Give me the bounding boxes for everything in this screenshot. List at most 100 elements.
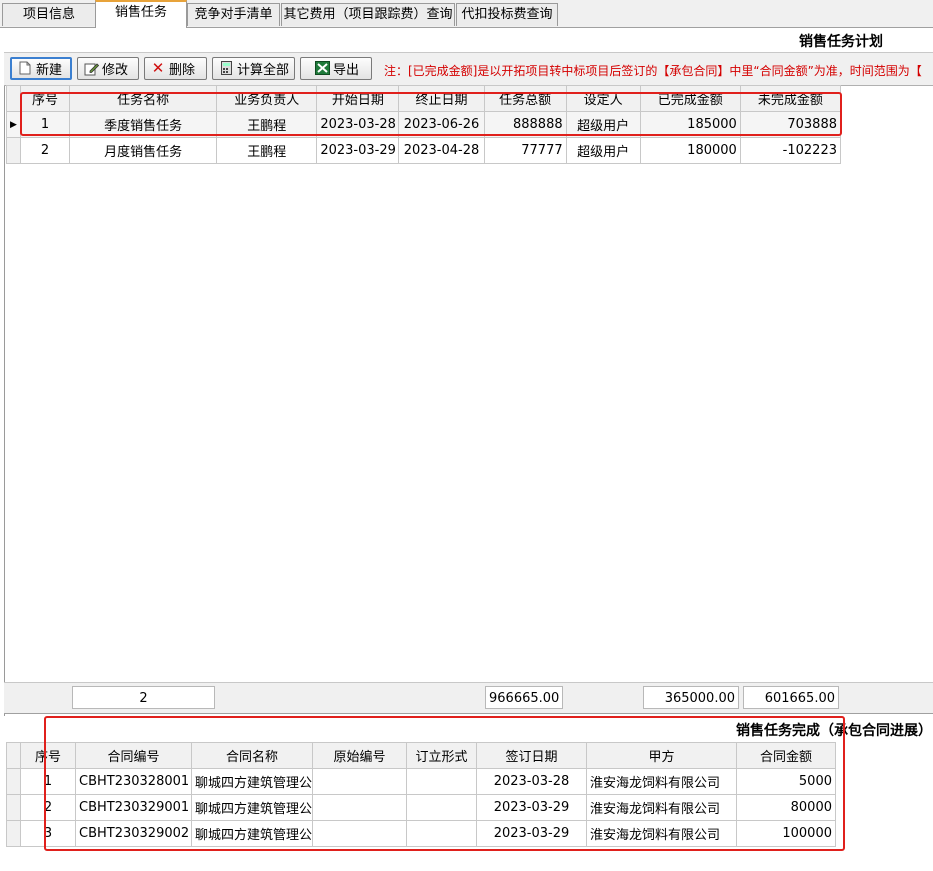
table-row[interactable]: ▶ 1 季度销售任务 王鹏程 2023-03-28 2023-06-26 888… — [5, 111, 842, 138]
table-row[interactable]: 2 CBHT230329001 聊城四方建筑管理公 2023-03-29 淮安海… — [6, 794, 836, 821]
cell-contract-name[interactable]: 聊城四方建筑管理公 — [191, 794, 313, 821]
cell-party-a[interactable]: 淮安海龙饲料有限公司 — [586, 820, 737, 847]
row-indicator — [5, 137, 22, 164]
col-header-contract-no[interactable]: 合同编号 — [75, 742, 192, 769]
cell-setter[interactable]: 超级用户 — [565, 137, 641, 164]
cell-completed[interactable]: 185000 — [639, 111, 741, 138]
cell-original-no[interactable] — [312, 768, 407, 795]
cell-start-date[interactable]: 2023-03-28 — [316, 111, 400, 138]
cell-sign-date[interactable]: 2023-03-28 — [476, 768, 587, 795]
cell-contract-amount[interactable]: 80000 — [736, 794, 836, 821]
export-button-label: 导出 — [333, 63, 360, 78]
cell-original-no[interactable] — [312, 820, 407, 847]
row-indicator-header — [5, 85, 22, 112]
cell-seq[interactable]: 1 — [20, 111, 71, 138]
tab-strip: 项目信息 销售任务 竞争对手清单 其它费用（项目跟踪费）查询 代扣投标费查询 — [0, 0, 933, 28]
row-indicator-header — [6, 742, 21, 769]
tab-sales-task[interactable]: 销售任务 — [95, 0, 187, 28]
cell-party-a[interactable]: 淮安海龙饲料有限公司 — [586, 768, 737, 795]
col-header-task-total[interactable]: 任务总额 — [483, 85, 567, 112]
col-header-completed[interactable]: 已完成金额 — [639, 85, 741, 112]
col-header-contract-name[interactable]: 合同名称 — [191, 742, 313, 769]
cell-contract-amount[interactable]: 5000 — [736, 768, 836, 795]
calculate-all-button[interactable]: 计算全部 — [212, 57, 295, 80]
col-header-remaining[interactable]: 未完成金额 — [739, 85, 842, 112]
new-button[interactable]: 新建 — [10, 57, 72, 80]
sales-task-table: 序号 任务名称 业务负责人 开始日期 终止日期 任务总额 设定人 已完成金额 未… — [5, 85, 842, 164]
col-header-end-date[interactable]: 终止日期 — [398, 85, 485, 112]
completion-title: 销售任务完成（承包合同进展） — [736, 723, 932, 739]
cell-remaining[interactable]: -102223 — [739, 137, 842, 164]
cell-seq[interactable]: 3 — [20, 820, 76, 847]
cell-contract-no[interactable]: CBHT230329002 — [75, 820, 192, 847]
col-header-seq[interactable]: 序号 — [20, 742, 76, 769]
delete-button[interactable]: ✕ 删除 — [144, 57, 207, 80]
table-row[interactable]: 3 CBHT230329002 聊城四方建筑管理公 2023-03-29 淮安海… — [6, 820, 836, 847]
cell-task-total[interactable]: 888888 — [483, 111, 567, 138]
col-header-original-no[interactable]: 原始编号 — [312, 742, 407, 769]
completion-title-bar: 销售任务完成（承包合同进展） — [4, 716, 933, 740]
cell-completed[interactable]: 180000 — [639, 137, 741, 164]
col-header-start-date[interactable]: 开始日期 — [316, 85, 400, 112]
cell-setter[interactable]: 超级用户 — [565, 111, 641, 138]
export-button[interactable]: 导出 — [300, 57, 372, 80]
col-header-party-a[interactable]: 甲方 — [586, 742, 737, 769]
col-header-contract-amount[interactable]: 合同金额 — [736, 742, 836, 769]
col-header-setter[interactable]: 设定人 — [565, 85, 641, 112]
cell-form[interactable] — [406, 820, 477, 847]
cell-contract-no[interactable]: CBHT230329001 — [75, 794, 192, 821]
cell-task-name[interactable]: 月度销售任务 — [69, 137, 218, 164]
col-header-form[interactable]: 订立形式 — [406, 742, 477, 769]
cell-sign-date[interactable]: 2023-03-29 — [476, 794, 587, 821]
edit-icon — [84, 61, 100, 76]
cell-seq[interactable]: 2 — [20, 794, 76, 821]
footer-task-total: 966665.00 — [485, 686, 563, 709]
toolbar: 新建 修改 ✕ 删除 计算全部 导出 注：[已完成金额]是以开拓项目转中标项目后… — [4, 52, 933, 86]
cell-end-date[interactable]: 2023-06-26 — [398, 111, 485, 138]
cell-task-total[interactable]: 77777 — [483, 137, 567, 164]
cell-form[interactable] — [406, 768, 477, 795]
tab-competitors[interactable]: 竞争对手清单 — [187, 3, 280, 26]
cell-seq[interactable]: 2 — [20, 137, 71, 164]
edit-button[interactable]: 修改 — [77, 57, 139, 80]
cell-task-name[interactable]: 季度销售任务 — [69, 111, 218, 138]
cell-owner[interactable]: 王鹏程 — [216, 137, 318, 164]
excel-icon — [315, 61, 330, 76]
cell-contract-name[interactable]: 聊城四方建筑管理公 — [191, 768, 313, 795]
footer-completed-total: 365000.00 — [643, 686, 739, 709]
calculate-all-button-label: 计算全部 — [237, 63, 290, 78]
row-indicator — [6, 794, 21, 821]
summary-footer: 2 966665.00 365000.00 601665.00 — [4, 682, 933, 714]
cell-contract-no[interactable]: CBHT230328001 — [75, 768, 192, 795]
table-row[interactable]: 2 月度销售任务 王鹏程 2023-03-29 2023-04-28 77777… — [5, 137, 842, 164]
cell-start-date[interactable]: 2023-03-29 — [316, 137, 400, 164]
tab-other-fees[interactable]: 其它费用（项目跟踪费）查询 — [281, 3, 455, 26]
contract-table: 序号 合同编号 合同名称 原始编号 订立形式 签订日期 甲方 合同金额 1 CB… — [6, 742, 836, 847]
current-row-arrow-icon: ▶ — [5, 111, 22, 138]
col-header-task-name[interactable]: 任务名称 — [69, 85, 218, 112]
col-header-sign-date[interactable]: 签订日期 — [476, 742, 587, 769]
footer-row-count: 2 — [72, 686, 215, 709]
panel-title-bar: 销售任务计划 — [4, 28, 933, 52]
table-row[interactable]: 1 CBHT230328001 聊城四方建筑管理公 2023-03-28 淮安海… — [6, 768, 836, 795]
footer-remaining-total: 601665.00 — [743, 686, 839, 709]
edit-button-label: 修改 — [102, 63, 129, 78]
cell-sign-date[interactable]: 2023-03-29 — [476, 820, 587, 847]
panel-title: 销售任务计划 — [799, 34, 883, 50]
cell-remaining[interactable]: 703888 — [739, 111, 842, 138]
cell-party-a[interactable]: 淮安海龙饲料有限公司 — [586, 794, 737, 821]
col-header-owner[interactable]: 业务负责人 — [216, 85, 318, 112]
tab-bid-fees[interactable]: 代扣投标费查询 — [456, 3, 558, 26]
cell-contract-name[interactable]: 聊城四方建筑管理公 — [191, 820, 313, 847]
delete-x-icon: ✕ — [151, 59, 165, 77]
tab-project-info[interactable]: 项目信息 — [2, 3, 96, 26]
cell-original-no[interactable] — [312, 794, 407, 821]
cell-owner[interactable]: 王鹏程 — [216, 111, 318, 138]
cell-contract-amount[interactable]: 100000 — [736, 820, 836, 847]
row-indicator — [6, 820, 21, 847]
cell-seq[interactable]: 1 — [20, 768, 76, 795]
new-button-label: 新建 — [36, 63, 63, 78]
cell-end-date[interactable]: 2023-04-28 — [398, 137, 485, 164]
cell-form[interactable] — [406, 794, 477, 821]
col-header-seq[interactable]: 序号 — [20, 85, 71, 112]
